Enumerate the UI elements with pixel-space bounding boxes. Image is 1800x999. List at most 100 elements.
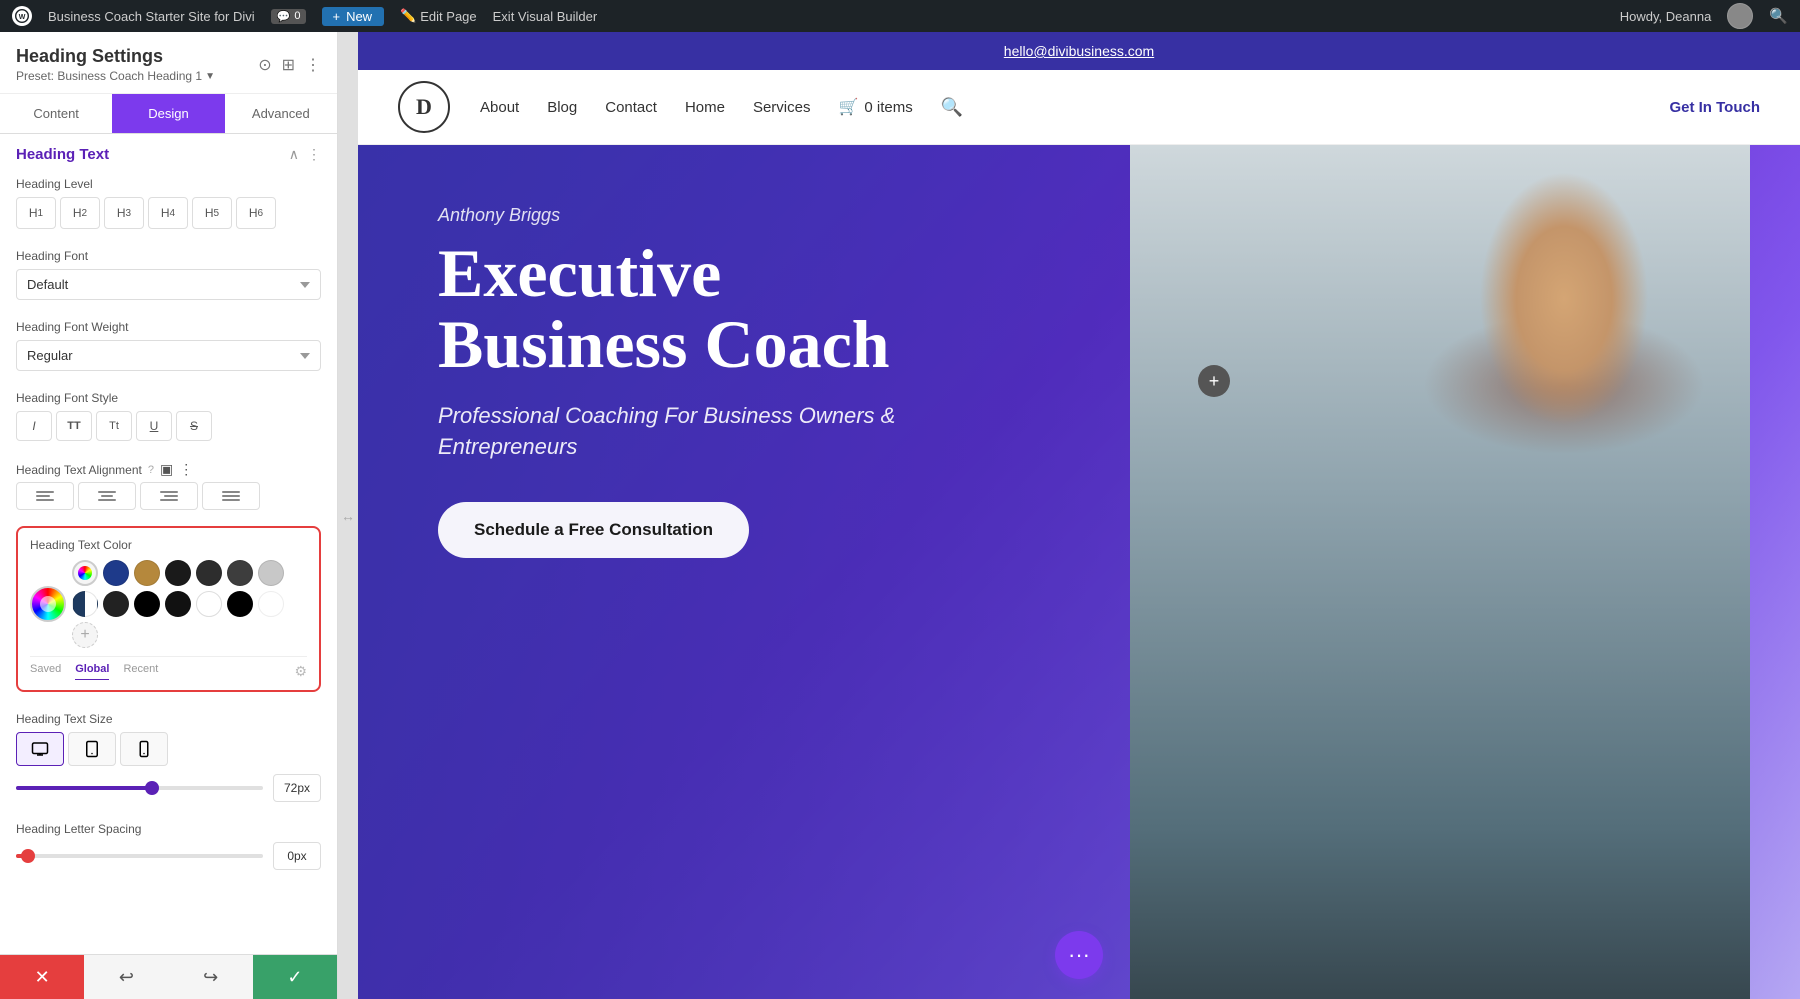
edit-page-link[interactable]: ✏️ Edit Page	[400, 8, 477, 24]
minimize-icon[interactable]: ⊙	[258, 55, 271, 75]
letter-spacing-input[interactable]: 0px	[273, 842, 321, 870]
desktop-size-button[interactable]	[16, 732, 64, 766]
capitalize-button[interactable]: Tt	[96, 411, 132, 441]
align-right-button[interactable]	[140, 482, 198, 510]
expand-icon[interactable]: ⊞	[282, 55, 295, 75]
man-photo-placeholder	[1130, 145, 1750, 999]
search-icon[interactable]: 🔍	[1769, 7, 1788, 25]
exit-builder-link[interactable]: Exit Visual Builder	[493, 9, 598, 24]
color-settings-icon[interactable]: ⚙	[294, 663, 307, 680]
section-collapse-icon[interactable]: ∧	[289, 146, 299, 163]
heading-font-weight-select[interactable]: Regular	[16, 340, 321, 371]
bottom-toolbar: ✕ ↩ ↪ ✓	[0, 954, 337, 999]
save-button[interactable]: ✓	[253, 955, 337, 999]
wp-logo[interactable]: W	[12, 6, 32, 26]
tab-content[interactable]: Content	[0, 94, 112, 133]
color-swatch-white2[interactable]	[258, 591, 284, 617]
fab-button[interactable]: ···	[1055, 931, 1103, 979]
mobile-size-button[interactable]	[120, 732, 168, 766]
text-size-slider-track[interactable]	[16, 786, 263, 790]
h4-button[interactable]: H4	[148, 197, 188, 229]
more-icon[interactable]: ⋮	[305, 55, 321, 75]
color-tab-recent[interactable]: Recent	[123, 663, 158, 680]
color-swatch-2[interactable]	[134, 560, 160, 586]
nav-services[interactable]: Services	[753, 99, 811, 116]
cart-icon: 🛒	[838, 97, 858, 117]
alignment-responsive-icon[interactable]: ▣	[160, 461, 173, 478]
alignment-label-row: Heading Text Alignment ? ▣ ⋮	[16, 461, 321, 478]
heading-text-color-section: Heading Text Color	[16, 526, 321, 692]
uppercase-button[interactable]: TT	[56, 411, 92, 441]
nav-blog[interactable]: Blog	[547, 99, 577, 116]
tab-design[interactable]: Design	[112, 94, 224, 133]
color-swatch-3[interactable]	[165, 560, 191, 586]
tab-advanced[interactable]: Advanced	[225, 94, 337, 133]
align-justify-button[interactable]	[202, 482, 260, 510]
resize-handle[interactable]: ↔	[338, 32, 358, 999]
settings-tabs: Content Design Advanced	[0, 94, 337, 134]
nav-home[interactable]: Home	[685, 99, 725, 116]
color-swatch-white[interactable]	[196, 591, 222, 617]
h1-button[interactable]: H1	[16, 197, 56, 229]
add-section-button[interactable]: +	[1198, 365, 1230, 397]
nav-contact[interactable]: Contact	[605, 99, 657, 116]
color-swatch-7[interactable]	[103, 591, 129, 617]
svg-text:W: W	[19, 14, 26, 21]
letter-spacing-slider-track[interactable]	[16, 854, 263, 858]
alignment-help-icon[interactable]: ?	[148, 464, 154, 476]
color-wheel[interactable]	[30, 586, 66, 622]
underline-button[interactable]: U	[136, 411, 172, 441]
hero-subtitle: Professional Coaching For Business Owner…	[438, 401, 978, 463]
heading-font-select[interactable]: Default	[16, 269, 321, 300]
color-swatch-1[interactable]	[103, 560, 129, 586]
h3-button[interactable]: H3	[104, 197, 144, 229]
h6-button[interactable]: H6	[236, 197, 276, 229]
align-center-button[interactable]	[78, 482, 136, 510]
tablet-size-button[interactable]	[68, 732, 116, 766]
heading-level-label: Heading Level	[16, 177, 321, 191]
site-search-icon[interactable]: 🔍	[941, 97, 963, 118]
color-swatch-8[interactable]	[134, 591, 160, 617]
color-swatch-half[interactable]	[72, 591, 98, 617]
cancel-button[interactable]: ✕	[0, 955, 84, 999]
active-swatch-indicator	[72, 560, 98, 586]
get-in-touch-button[interactable]: Get In Touch	[1669, 99, 1760, 116]
new-button[interactable]: +New	[322, 7, 384, 26]
email-link[interactable]: hello@divibusiness.com	[1004, 43, 1154, 59]
color-swatch-4[interactable]	[196, 560, 222, 586]
heading-level-group: H1 H2 H3 H4 H5 H6	[16, 197, 321, 229]
letter-spacing-slider-row: 0px	[16, 842, 321, 870]
section-more-icon[interactable]: ⋮	[307, 146, 321, 163]
color-swatch-5[interactable]	[227, 560, 253, 586]
user-avatar[interactable]	[1727, 3, 1753, 29]
text-size-slider-thumb[interactable]	[145, 781, 159, 795]
nav-about[interactable]: About	[480, 99, 519, 116]
align-left-button[interactable]	[16, 482, 74, 510]
color-tab-global[interactable]: Global	[75, 663, 109, 680]
italic-button[interactable]: I	[16, 411, 52, 441]
color-swatch-9[interactable]	[165, 591, 191, 617]
add-color-button[interactable]: +	[72, 622, 98, 648]
undo-button[interactable]: ↩	[84, 955, 168, 999]
text-size-input[interactable]: 72px	[273, 774, 321, 802]
section-icons: ∧ ⋮	[289, 146, 321, 163]
comments-bubble[interactable]: 💬 0	[271, 9, 307, 24]
redo-button[interactable]: ↪	[169, 955, 253, 999]
heading-font-setting: Heading Font Default	[0, 239, 337, 310]
h5-button[interactable]: H5	[192, 197, 232, 229]
hero-cta-button[interactable]: Schedule a Free Consultation	[438, 502, 749, 558]
alignment-more-icon[interactable]: ⋮	[179, 461, 193, 478]
site-name[interactable]: Business Coach Starter Site for Divi	[48, 9, 255, 24]
nav-cart[interactable]: 🛒 0 items	[838, 97, 912, 117]
color-swatch-6[interactable]	[258, 560, 284, 586]
hero-title[interactable]: Executive Business Coach	[438, 238, 978, 381]
color-swatch-black[interactable]	[227, 591, 253, 617]
color-tab-saved[interactable]: Saved	[30, 663, 61, 680]
strikethrough-button[interactable]: S	[176, 411, 212, 441]
settings-sidebar: Heading Settings Preset: Business Coach …	[0, 32, 338, 999]
h2-button[interactable]: H2	[60, 197, 100, 229]
sidebar-preset[interactable]: Preset: Business Coach Heading 1 ▼	[16, 69, 215, 83]
letter-spacing-slider-thumb[interactable]	[21, 849, 35, 863]
site-logo[interactable]: D	[398, 81, 450, 133]
heading-text-size-label: Heading Text Size	[16, 712, 321, 726]
